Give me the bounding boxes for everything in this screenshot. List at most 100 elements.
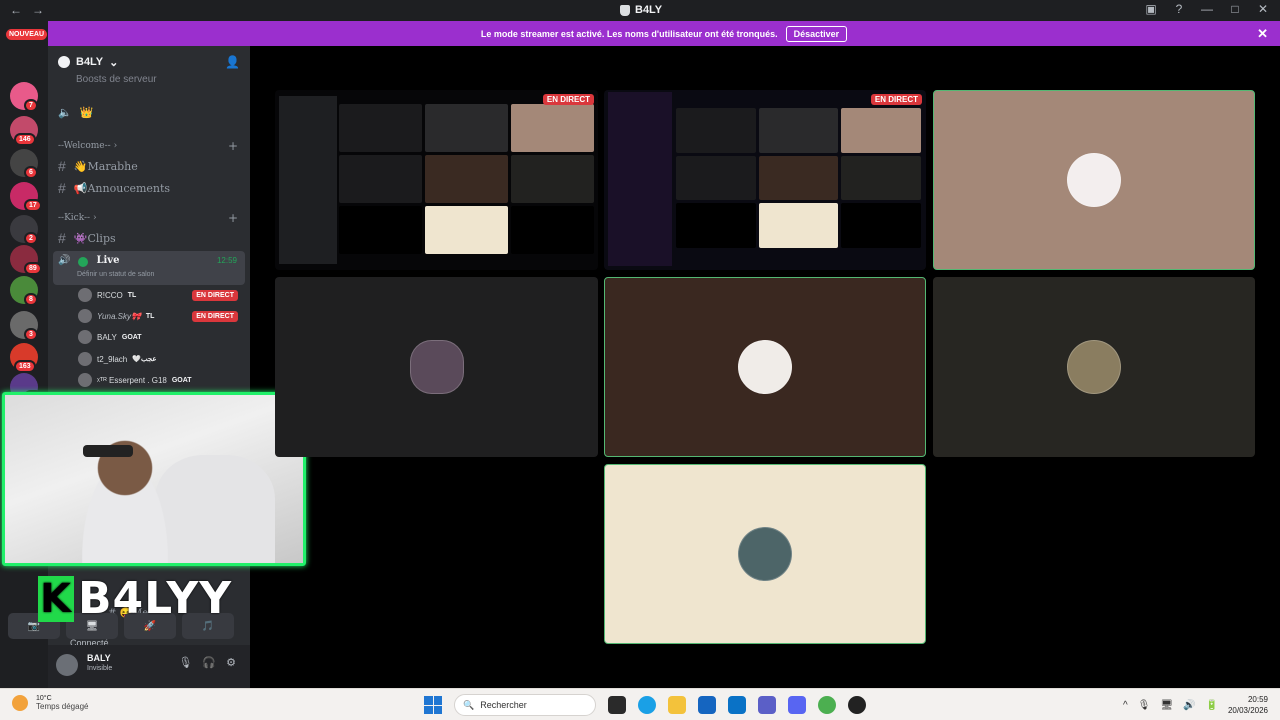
add-channel-icon[interactable]: + [228,139,238,153]
clock[interactable]: 20:59 20/03/2026 [1228,694,1268,716]
server-icon [58,56,70,68]
avatar [78,330,92,344]
screen-share-tile-1[interactable]: EN DIRECT [275,90,598,270]
screen-share-tile-2[interactable]: EN DIRECT [604,90,926,270]
mini-sidebar [608,92,672,266]
mention-count-badge: 163 [14,360,36,373]
hash-icon: # [58,158,66,174]
live-dot [78,257,89,267]
participant-avatar [738,527,792,581]
channel-announcements[interactable]: # 📢Annoucements [58,180,170,196]
search-box[interactable]: 🔍 Rechercher [454,694,596,716]
banner-close-icon[interactable]: ✕ [1257,26,1268,42]
microphone-icon[interactable]: 🎙 [178,656,192,669]
new-badge: NOUVEAU [6,29,48,40]
chrome-icon[interactable] [818,696,836,714]
voice-user[interactable]: R!CCO TL EN DIRECT [78,288,238,302]
hash-icon: # [58,180,66,196]
live-badge: EN DIRECT [542,94,594,105]
user-tag: GOAT [121,333,142,341]
voice-user[interactable]: t2_9lach 🤍عجب [78,352,238,366]
help-icon[interactable]: ? [1172,2,1186,16]
volume-icon[interactable]: 🔊 [1183,700,1195,711]
participant-tile[interactable] [933,277,1255,457]
user-tag: TL [145,312,155,320]
kick-logo: K [38,575,74,622]
discord-icon[interactable] [788,696,806,714]
mention-count-badge: 89 [24,262,42,275]
disable-streamer-button[interactable]: Désactiver [785,25,848,42]
obs-icon[interactable] [848,696,866,714]
search-icon: 🔍 [463,699,475,710]
voice-channel-icons[interactable]: 🔈 👑 [58,106,93,119]
window-title: B4LY [620,4,662,16]
start-icon[interactable] [424,696,442,714]
live-badge: EN DIRECT [192,310,238,322]
mention-count-badge: 3 [24,328,38,341]
back-icon[interactable]: ← [10,3,32,17]
mention-count-badge: 17 [24,199,42,212]
user-name: Yuna.Sky🎀 [97,311,141,321]
user-name: BALY [97,332,117,342]
channel-label: 👋Marabhe [73,159,138,173]
user-tag: GOAT [171,376,192,384]
user-name: ᵡᵀᴿ Esserpent . G18 [97,375,167,385]
user-name[interactable]: BALY [87,653,111,663]
add-channel-icon[interactable]: + [228,211,238,225]
hash-icon: # [58,230,66,246]
boosts-item[interactable]: Boosts de serveur [76,74,157,85]
settings-gear-icon[interactable]: ⚙ [226,656,236,669]
category-welcome[interactable]: --Welcome-- › + [58,139,238,153]
file-explorer-icon[interactable] [668,696,686,714]
minimize-button[interactable]: — [1200,2,1214,16]
mention-count-badge: 8 [24,293,38,306]
mention-count-badge: 6 [24,166,38,179]
participant-tile[interactable] [604,277,926,457]
voice-channel-live[interactable]: 🔊 Live 12:59 Définir un statut de salon [53,251,245,285]
user-tag: 🤍عجب [132,356,157,363]
voice-user[interactable]: Yuna.Sky🎀 TL EN DIRECT [78,309,238,323]
microphone-icon[interactable]: 🎙 [1138,700,1151,711]
inbox-icon[interactable]: ▣ [1144,2,1158,16]
speaker-icon: 🔊 [58,255,71,266]
maximize-button[interactable]: □ [1228,2,1242,16]
voice-user[interactable]: ᵡᵀᴿ Esserpent . G18 GOAT [78,373,238,387]
headset-icon[interactable]: 🎧 [202,656,216,669]
crown-icon: 👑 [79,106,94,119]
stream-brand-overlay: K B4LYY [38,573,232,624]
invite-user-icon[interactable]: 👤 [225,55,240,69]
channel-label: 👾Clips [73,231,116,245]
user-status: Invisible [87,665,113,672]
outlook-icon[interactable] [728,696,746,714]
avatar [78,288,92,302]
edge-icon[interactable] [638,696,656,714]
channel-clips[interactable]: # 👾Clips [58,230,116,246]
live-badge: EN DIRECT [192,289,238,301]
forward-icon[interactable]: → [32,3,54,17]
category-kick[interactable]: --Kick-- › + [58,211,238,225]
windows-taskbar: 10°C Temps dégagé 🔍 Rechercher ^ 🎙 🖥 🔊 🔋 2… [0,688,1280,720]
user-panel: BALY Invisible 🎙 🎧 ⚙ [48,645,250,688]
store-icon[interactable] [698,696,716,714]
user-name: R!CCO [97,290,123,300]
task-view-icon[interactable] [608,696,626,714]
close-button[interactable]: ✕ [1256,2,1270,16]
teams-icon[interactable] [758,696,776,714]
nav-arrows[interactable]: ←→ [10,3,54,17]
participant-tile[interactable] [604,464,926,644]
participant-tile[interactable] [933,90,1255,270]
weather-widget[interactable]: 10°C Temps dégagé [12,695,88,711]
channel-status[interactable]: Définir un statut de salon [77,271,154,278]
streamer-mode-banner: Le mode streamer est activé. Les noms d'… [48,21,1280,46]
window-titlebar: ←→ B4LY ▣ ? — □ ✕ [0,0,1280,21]
avatar[interactable] [56,654,78,676]
voice-user[interactable]: BALY GOAT [78,330,238,344]
display-icon[interactable]: 🖥 [1160,700,1173,711]
participant-tile[interactable] [275,277,598,457]
battery-icon[interactable]: 🔋 [1206,700,1218,711]
tray-expand-icon[interactable]: ^ [1123,700,1128,711]
server-name: B4LY [76,56,104,68]
channel-marabhe[interactable]: # 👋Marabhe [58,158,138,174]
user-tag: TL [127,291,137,299]
brand-text: B4LYY [78,573,233,624]
